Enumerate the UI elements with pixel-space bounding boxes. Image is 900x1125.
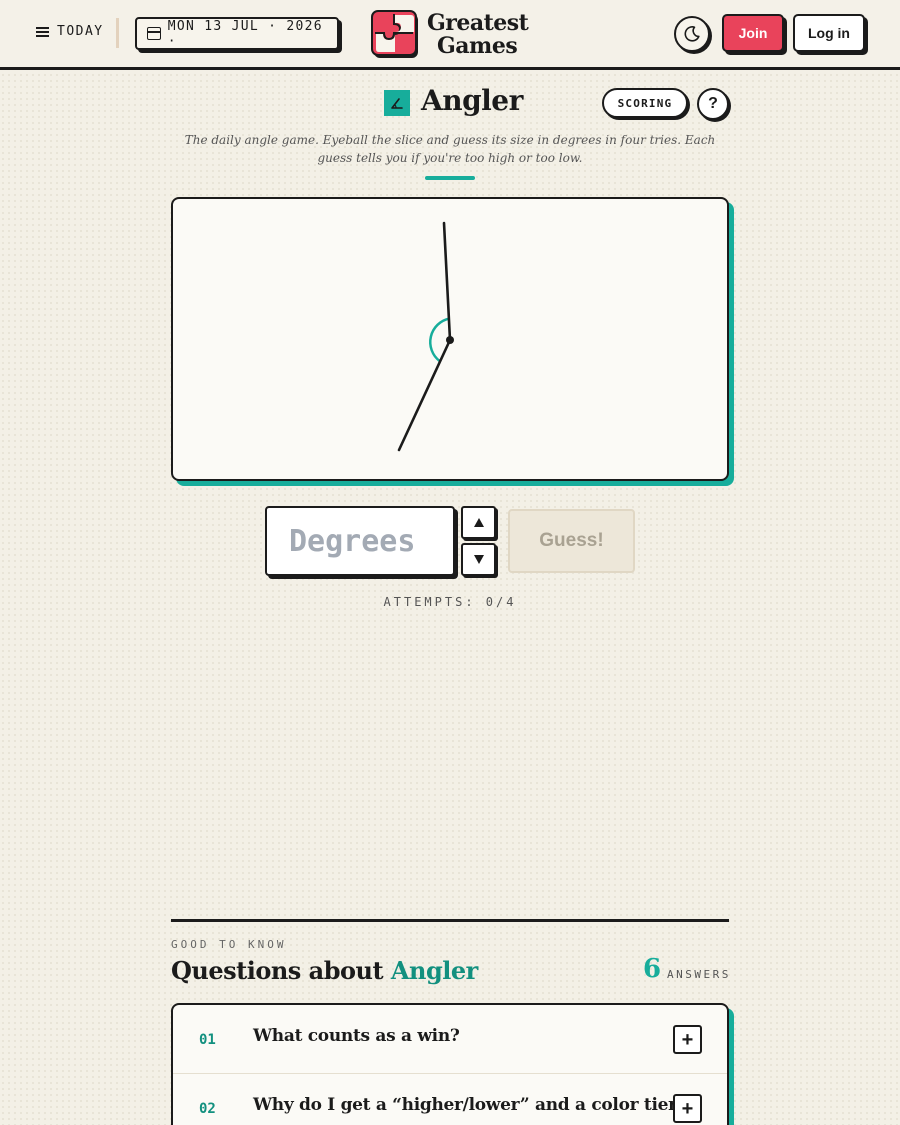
arrow-up-icon: [473, 518, 484, 527]
faq-title: Questions about Angler: [171, 956, 478, 985]
brand-name: Greatest Games: [427, 10, 529, 59]
attempts-counter: ATTEMPTS: 0/4: [383, 595, 517, 609]
faq-item[interactable]: 01 What counts as a win? +: [173, 1005, 727, 1073]
today-label: TODAY: [57, 24, 104, 39]
degrees-input[interactable]: [265, 506, 455, 576]
angle-board: [171, 197, 729, 481]
guess-button[interactable]: Guess!: [508, 509, 635, 573]
faq-item-question: Why do I get a “higher/lower” and a colo…: [253, 1095, 687, 1115]
top-bar: TODAY MON 13 JUL · 2026 · Greatest Games…: [0, 0, 900, 70]
faq-item-number: 02: [199, 1101, 216, 1117]
expand-plus-icon[interactable]: +: [673, 1025, 702, 1054]
faq-divider: [171, 919, 729, 922]
decrement-button[interactable]: [461, 543, 496, 576]
faq-title-prefix: Questions about: [171, 956, 384, 985]
game-tagline: The daily angle game. Eyeball the slice …: [184, 133, 716, 165]
login-button[interactable]: Log in: [793, 14, 865, 52]
join-button[interactable]: Join: [722, 14, 784, 52]
faq-item-question: What counts as a win?: [253, 1026, 460, 1046]
help-button[interactable]: ?: [697, 88, 729, 120]
faq-list: 01 What counts as a win? + 02 Why do I g…: [171, 1003, 729, 1125]
puzzle-logo-icon: [371, 10, 421, 60]
angle-icon: [384, 90, 410, 116]
brand-logo[interactable]: Greatest Games: [371, 10, 529, 60]
arrow-down-icon: [473, 555, 484, 564]
today-menu-button[interactable]: TODAY: [36, 24, 104, 39]
brand-line-2: Games: [437, 33, 518, 59]
faq-item-number: 01: [199, 1032, 216, 1048]
moon-icon: [684, 26, 700, 42]
theme-toggle-button[interactable]: [674, 16, 710, 52]
date-picker-button[interactable]: MON 13 JUL · 2026 ·: [135, 17, 339, 50]
date-label: MON 13 JUL · 2026 ·: [167, 18, 323, 49]
answers-count: 6: [643, 954, 662, 984]
faq-item[interactable]: 02 Why do I get a “higher/lower” and a c…: [173, 1073, 727, 1125]
header-divider: [116, 18, 119, 48]
angle-ray-upper: [442, 221, 452, 342]
tagline-underline: [425, 176, 475, 180]
expand-plus-icon[interactable]: +: [673, 1094, 702, 1123]
scoring-button[interactable]: SCORING: [602, 88, 688, 118]
faq-title-accent: Angler: [390, 956, 478, 985]
angle-ray-lower: [397, 338, 452, 452]
brand-line-1: Greatest: [427, 10, 529, 36]
angle-drawing: [397, 221, 454, 452]
game-title: Angler: [421, 84, 523, 117]
hamburger-icon: [36, 26, 49, 37]
angle-vertex: [446, 336, 454, 344]
answers-label: ANSWERS: [667, 968, 731, 981]
increment-button[interactable]: [461, 506, 496, 539]
faq-eyebrow: GOOD TO KNOW: [171, 938, 287, 951]
calendar-icon: [147, 27, 161, 40]
